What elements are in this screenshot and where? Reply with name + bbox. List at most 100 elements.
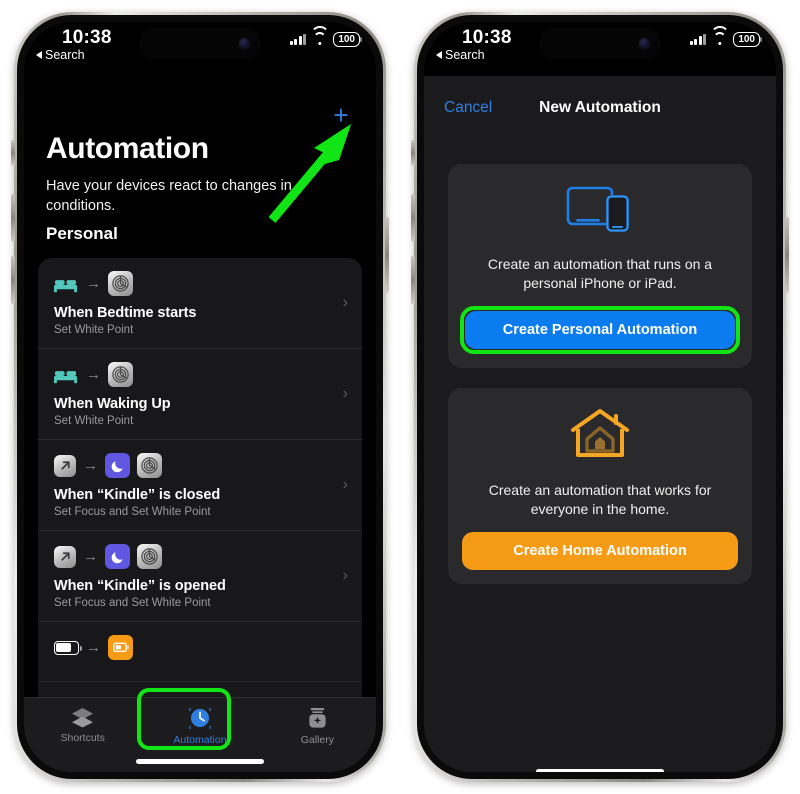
- home-automation-card: Create an automation that works for ever…: [448, 388, 752, 584]
- tab-label: Shortcuts: [60, 732, 105, 744]
- automation-icons: →: [54, 362, 326, 387]
- tab-shortcuts[interactable]: Shortcuts: [24, 698, 141, 772]
- iphone-right-device: 10:38 Search 100 Cancel New Automation C…: [411, 12, 789, 782]
- power-button[interactable]: [385, 217, 389, 293]
- automation-title: When Bedtime starts: [54, 305, 197, 321]
- personal-automation-description: Create an automation that runs on a pers…: [487, 256, 713, 291]
- ipad-iphone-devices-icon: [566, 186, 629, 232]
- back-label: Search: [45, 48, 85, 62]
- app-open-icon: [54, 454, 76, 477]
- automation-title: When “Kindle” is opened: [54, 578, 226, 594]
- arrow-right-icon: →: [86, 639, 101, 656]
- personal-automation-card: Create an automation that runs on a pers…: [448, 164, 752, 368]
- status-indicators: 100: [289, 26, 363, 47]
- back-to-search-link[interactable]: Search: [436, 48, 485, 62]
- automation-icons: →: [54, 635, 326, 660]
- list-item[interactable]: →: [38, 440, 362, 531]
- list-item[interactable]: →: [38, 622, 362, 682]
- section-header-personal: Personal: [46, 224, 118, 243]
- sheet-nav-bar: Cancel New Automation: [424, 86, 776, 130]
- status-bar-left: 10:38 Search 100: [24, 22, 376, 76]
- cancel-button[interactable]: Cancel: [444, 99, 492, 117]
- home-indicator[interactable]: [536, 769, 664, 772]
- status-bar-right: 10:38 Search 100: [424, 22, 776, 76]
- white-point-app-icon: [137, 453, 162, 478]
- status-indicators: 100: [689, 26, 763, 47]
- iphone-left-device: 10:38 Search 100 + Automation Have your …: [11, 12, 389, 782]
- gallery-jar-icon: [309, 707, 326, 728]
- bed-icon: [54, 370, 78, 383]
- screenshot-stage: 10:38 Search 100 + Automation Have your …: [0, 0, 800, 794]
- wifi-icon: [710, 26, 730, 45]
- app-open-icon: [54, 545, 76, 568]
- iphone-left-screen: 10:38 Search 100 + Automation Have your …: [24, 22, 376, 772]
- low-power-mode-icon: [108, 635, 133, 660]
- automation-subtitle: Set Focus and Set White Point: [54, 506, 211, 518]
- camera-lens-icon: [239, 38, 250, 49]
- status-time: 10:38: [62, 27, 112, 48]
- back-triangle-icon: [36, 51, 42, 59]
- bed-icon: [54, 279, 78, 292]
- personal-automation-highlight: Create Personal Automation: [460, 306, 740, 354]
- focus-moon-icon: [105, 544, 130, 569]
- automation-icons: →: [54, 271, 326, 296]
- white-point-app-icon: [108, 362, 133, 387]
- home-indicator[interactable]: [136, 759, 264, 764]
- automation-subtitle: Set Focus and Set White Point: [54, 597, 211, 609]
- tab-gallery[interactable]: Gallery: [259, 698, 376, 772]
- home-automation-description: Create an automation that works for ever…: [488, 482, 712, 517]
- options-container: Create an automation that runs on a pers…: [424, 130, 776, 584]
- create-personal-automation-button[interactable]: Create Personal Automation: [465, 311, 735, 349]
- new-automation-sheet: Cancel New Automation Create an automati…: [424, 86, 776, 772]
- signal-bars-icon: [689, 34, 707, 45]
- chevron-right-icon: ›: [342, 385, 348, 402]
- iphone-right-bezel: 10:38 Search 100 Cancel New Automation C…: [417, 15, 783, 779]
- page-subtitle: Have your devices react to changes in co…: [46, 178, 292, 214]
- volume-down-button[interactable]: [11, 256, 15, 304]
- focus-moon-icon: [105, 453, 130, 478]
- chevron-right-icon: ›: [342, 294, 348, 311]
- chevron-right-icon: ›: [342, 476, 348, 493]
- arrow-right-icon: →: [83, 548, 98, 565]
- automation-clock-icon: [189, 708, 211, 729]
- automation-subtitle: Set White Point: [54, 415, 134, 427]
- create-home-automation-button[interactable]: Create Home Automation: [462, 532, 738, 570]
- wifi-icon: [310, 26, 330, 45]
- volume-down-button[interactable]: [411, 256, 415, 304]
- tab-label: Gallery: [300, 734, 334, 746]
- silent-switch[interactable]: [11, 140, 15, 166]
- list-item[interactable]: → When Bedtime starts Set White Point ›: [38, 258, 362, 349]
- automation-icons: →: [54, 453, 326, 478]
- tab-label: Automation: [173, 734, 227, 746]
- page-title: Automation: [46, 132, 209, 165]
- automation-title: When “Kindle” is closed: [54, 487, 221, 503]
- arrow-right-icon: →: [86, 366, 101, 383]
- list-item[interactable]: →: [38, 531, 362, 622]
- silent-switch[interactable]: [411, 140, 415, 166]
- home-house-icon: [571, 409, 629, 457]
- back-triangle-icon: [436, 51, 442, 59]
- automation-icons: →: [54, 544, 326, 569]
- camera-lens-icon: [639, 38, 650, 49]
- automation-list: → When Bedtime starts Set White Point › …: [38, 258, 362, 772]
- arrow-right-icon: →: [86, 275, 101, 292]
- list-item[interactable]: → When Waking Up Set White Point ›: [38, 349, 362, 440]
- battery-percentage: 100: [333, 32, 363, 47]
- power-button[interactable]: [785, 217, 789, 293]
- dynamic-island: [539, 28, 661, 59]
- signal-bars-icon: [289, 34, 307, 45]
- volume-up-button[interactable]: [411, 194, 415, 242]
- battery-percentage: 100: [733, 32, 763, 47]
- plus-icon[interactable]: +: [328, 102, 354, 128]
- volume-up-button[interactable]: [11, 194, 15, 242]
- iphone-left-bezel: 10:38 Search 100 + Automation Have your …: [17, 15, 383, 779]
- battery-icon: [54, 640, 82, 655]
- back-to-search-link[interactable]: Search: [36, 48, 85, 62]
- arrow-right-icon: →: [83, 457, 98, 474]
- dynamic-island: [139, 28, 261, 59]
- white-point-app-icon: [137, 544, 162, 569]
- iphone-right-screen: 10:38 Search 100 Cancel New Automation C…: [424, 22, 776, 772]
- chevron-right-icon: ›: [342, 567, 348, 584]
- automation-subtitle: Set White Point: [54, 324, 134, 336]
- stacked-layers-icon: [72, 707, 94, 728]
